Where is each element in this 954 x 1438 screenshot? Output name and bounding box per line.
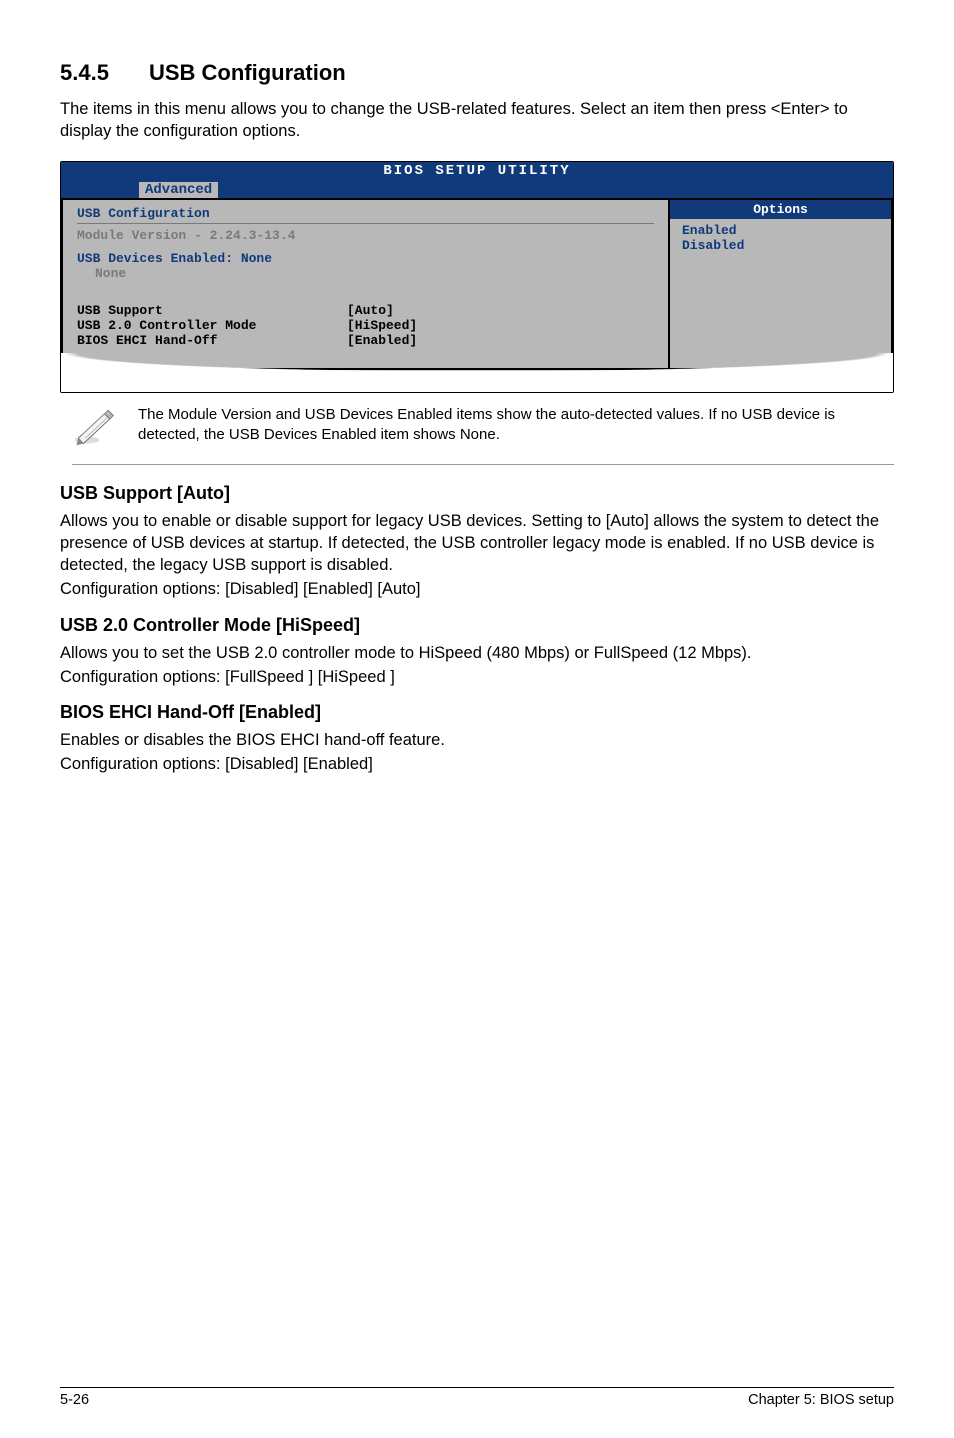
note-text: The Module Version and USB Devices Enabl… bbox=[138, 405, 894, 446]
note-block: The Module Version and USB Devices Enabl… bbox=[72, 399, 894, 465]
body-paragraph: Configuration options: [FullSpeed ] [HiS… bbox=[60, 666, 894, 688]
bios-left-title: USB Configuration bbox=[77, 206, 654, 221]
bios-item-row[interactable]: USB 2.0 Controller Mode[HiSpeed] bbox=[77, 318, 654, 333]
body-paragraph: Allows you to set the USB 2.0 controller… bbox=[60, 642, 894, 664]
body-paragraph: Enables or disables the BIOS EHCI hand-o… bbox=[60, 729, 894, 751]
bios-item-value: [HiSpeed] bbox=[347, 318, 417, 333]
bios-item-label: BIOS EHCI Hand-Off bbox=[77, 333, 347, 348]
subsection-heading: BIOS EHCI Hand-Off [Enabled] bbox=[60, 702, 894, 723]
bios-body: USB Configuration Module Version - 2.24.… bbox=[61, 198, 893, 370]
page-footer: 5-26 Chapter 5: BIOS setup bbox=[60, 1387, 894, 1408]
bios-item-value: [Enabled] bbox=[347, 333, 417, 348]
bios-option[interactable]: Disabled bbox=[682, 238, 879, 253]
bios-item-value: [Auto] bbox=[347, 303, 394, 318]
footer-chapter: Chapter 5: BIOS setup bbox=[748, 1392, 894, 1408]
bios-options-body: Enabled Disabled bbox=[670, 219, 891, 257]
body-paragraph: Configuration options: [Disabled] [Enabl… bbox=[60, 578, 894, 600]
bios-devices-enabled: USB Devices Enabled: None bbox=[77, 251, 654, 266]
bios-option[interactable]: Enabled bbox=[682, 223, 879, 238]
bios-item-row[interactable]: BIOS EHCI Hand-Off[Enabled] bbox=[77, 333, 654, 348]
bios-divider bbox=[77, 223, 654, 224]
body-paragraph: Configuration options: [Disabled] [Enabl… bbox=[60, 753, 894, 775]
bios-screenshot: BIOS SETUP UTILITY Advanced USB Configur… bbox=[60, 161, 894, 393]
bios-header-title: BIOS SETUP UTILITY bbox=[61, 163, 893, 179]
intro-paragraph: The items in this menu allows you to cha… bbox=[60, 98, 894, 143]
bios-item-label: USB Support bbox=[77, 303, 347, 318]
section-title: USB Configuration bbox=[149, 60, 346, 85]
bios-right-pane: Options Enabled Disabled bbox=[669, 198, 893, 370]
bios-curve-bottom bbox=[61, 370, 893, 392]
note-pencil-icon bbox=[72, 405, 116, 452]
subsection-heading: USB 2.0 Controller Mode [HiSpeed] bbox=[60, 615, 894, 636]
footer-page-number: 5-26 bbox=[60, 1392, 89, 1408]
bios-item-label: USB 2.0 Controller Mode bbox=[77, 318, 347, 333]
bios-tab-advanced: Advanced bbox=[139, 182, 218, 198]
bios-options-header: Options bbox=[670, 200, 891, 219]
body-paragraph: Allows you to enable or disable support … bbox=[60, 510, 894, 577]
bios-left-pane: USB Configuration Module Version - 2.24.… bbox=[61, 198, 669, 370]
bios-module-version: Module Version - 2.24.3-13.4 bbox=[77, 228, 654, 243]
bios-header: BIOS SETUP UTILITY Advanced bbox=[61, 162, 893, 198]
bios-devices-none: None bbox=[77, 266, 654, 281]
subsection-heading: USB Support [Auto] bbox=[60, 483, 894, 504]
section-number: 5.4.5 bbox=[60, 60, 109, 86]
section-heading: 5.4.5 USB Configuration bbox=[60, 60, 894, 86]
bios-item-row[interactable]: USB Support[Auto] bbox=[77, 303, 654, 318]
